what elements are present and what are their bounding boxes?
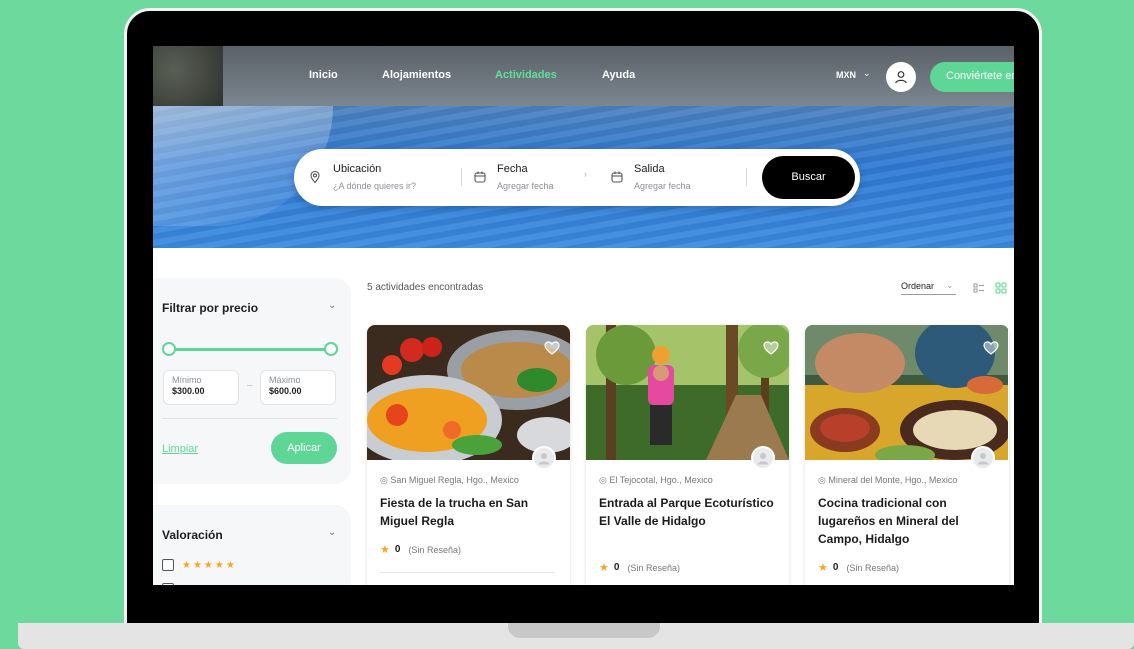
filter-divider [162, 418, 337, 419]
user-icon [757, 453, 769, 465]
price-filter-panel: Filtrar por precio ⌄ Mínimo $300.00 – Má… [153, 278, 351, 484]
price-dash: – [247, 380, 253, 391]
host-avatar[interactable] [971, 446, 995, 470]
chevron-down-icon[interactable]: ⌄ [328, 300, 336, 311]
card-title[interactable]: Entrada al Parque Ecoturístico El Valle … [599, 494, 779, 530]
price-range-track[interactable] [167, 348, 331, 351]
nav-inicio[interactable]: Inicio [309, 69, 338, 81]
clear-filter-link[interactable]: Limpiar [162, 443, 198, 455]
calendar-icon [611, 171, 623, 183]
price-max-handle[interactable] [324, 342, 338, 356]
user-icon [895, 71, 907, 84]
hero-banner: Inicio Alojamientos Actividades Ayuda MX… [153, 46, 1014, 248]
heart-icon[interactable] [763, 341, 779, 355]
card-divider [380, 572, 555, 573]
checkout-title: Salida [634, 163, 665, 175]
date-input[interactable]: Agregar fecha [497, 181, 554, 191]
search-divider [461, 168, 462, 186]
review-count: (Sin Reseña) [627, 562, 680, 573]
list-view-icon[interactable] [973, 282, 985, 294]
heart-icon[interactable] [544, 341, 560, 355]
price-filter-title: Filtrar por precio [162, 301, 259, 315]
card-rating: ★ 0 (Sin Reseña) [599, 561, 680, 574]
star-icon: ★★★★★ [182, 559, 237, 571]
chevron-down-icon: ⌄ [863, 68, 871, 78]
grid-view-icon[interactable] [995, 282, 1007, 294]
location-title: Ubicación [333, 163, 382, 175]
rating-value: 0 [832, 562, 839, 573]
rating-option[interactable]: ★★★★★ [162, 559, 237, 571]
rating-option[interactable] [162, 583, 182, 585]
activity-card[interactable]: ◎ El Tejocotal, Hgo., Mexico Entrada al … [586, 325, 789, 585]
activity-image-trout-feast [367, 325, 570, 460]
review-count: (Sin Reseña) [846, 562, 899, 573]
card-location-text: Mineral del Monte, Hgo., Mexico [828, 475, 958, 485]
chevron-down-icon[interactable]: ⌄ [328, 527, 336, 538]
card-location: ◎ Mineral del Monte, Hgo., Mexico [818, 475, 958, 485]
search-button[interactable]: Buscar [762, 156, 855, 199]
currency-selector[interactable]: MXN [836, 70, 856, 80]
rating-checkbox[interactable] [162, 583, 174, 585]
star-icon: ★ [818, 562, 828, 574]
card-title[interactable]: Cocina tradicional con lugareños en Mine… [818, 494, 998, 548]
max-price-value: $600.00 [269, 386, 302, 396]
min-price-label: Mínimo [172, 375, 202, 385]
apply-filter-button[interactable]: Aplicar [271, 432, 337, 464]
rating-filter-panel: Valoración ⌄ ★★★★★ [153, 505, 351, 585]
activity-image-traditional-cooking [805, 325, 1008, 460]
calendar-icon [474, 171, 486, 183]
heart-icon[interactable] [983, 341, 999, 355]
activity-image-ecopark [586, 325, 789, 460]
nav-ayuda[interactable]: Ayuda [602, 69, 635, 81]
activity-card[interactable]: ◎ San Miguel Regla, Hgo., Mexico Fiesta … [367, 325, 570, 585]
host-avatar[interactable] [751, 446, 775, 470]
website-screen: Inicio Alojamientos Actividades Ayuda MX… [153, 46, 1014, 585]
max-price-label: Máximo [269, 375, 301, 385]
search-divider [746, 168, 747, 186]
user-icon [538, 453, 550, 465]
star-icon: ★ [380, 544, 390, 556]
max-price-field[interactable]: Máximo $600.00 [260, 370, 336, 405]
search-bar: Ubicación ¿A dónde quieres ir? Fecha Agr… [294, 149, 860, 206]
user-icon [977, 453, 989, 465]
card-location: ◎ San Miguel Regla, Hgo., Mexico [380, 475, 519, 485]
min-price-value: $300.00 [172, 386, 205, 396]
chevron-down-icon: ⌄ [946, 280, 954, 290]
hero-plant [153, 46, 223, 106]
checkout-input[interactable]: Agregar fecha [634, 181, 691, 191]
card-rating: ★ 0 (Sin Reseña) [818, 561, 899, 574]
card-location-text: El Tejocotal, Hgo., Mexico [609, 475, 713, 485]
review-count: (Sin Reseña) [408, 544, 461, 555]
card-title[interactable]: Fiesta de la trucha en San Miguel Regla [380, 494, 560, 530]
rating-value: 0 [394, 544, 401, 555]
activity-card[interactable]: ◎ Mineral del Monte, Hgo., Mexico Cocina… [805, 325, 1009, 585]
rating-checkbox[interactable] [162, 559, 174, 571]
card-location: ◎ El Tejocotal, Hgo., Mexico [599, 475, 713, 485]
location-input[interactable]: ¿A dónde quieres ir? [333, 181, 416, 191]
nav-alojamientos[interactable]: Alojamientos [382, 69, 451, 81]
price-min-handle[interactable] [162, 342, 176, 356]
user-avatar-button[interactable] [886, 62, 916, 92]
location-pin-icon [310, 170, 320, 184]
rating-filter-title: Valoración [162, 528, 223, 542]
host-avatar[interactable] [532, 446, 556, 470]
card-location-text: San Miguel Regla, Hgo., Mexico [390, 475, 519, 485]
nav-actividades[interactable]: Actividades [495, 69, 557, 81]
min-price-field[interactable]: Mínimo $300.00 [163, 370, 239, 405]
rating-value: 0 [613, 562, 620, 573]
chevron-right-icon: › [584, 169, 587, 179]
date-title: Fecha [497, 163, 528, 175]
hero-deck [153, 46, 1014, 106]
laptop-notch [508, 623, 660, 638]
star-icon: ★ [599, 562, 609, 574]
become-host-button[interactable]: Conviértete en anfitrión [930, 62, 1014, 92]
results-count: 5 actividades encontradas [367, 282, 484, 293]
card-rating: ★ 0 (Sin Reseña) [380, 543, 461, 556]
